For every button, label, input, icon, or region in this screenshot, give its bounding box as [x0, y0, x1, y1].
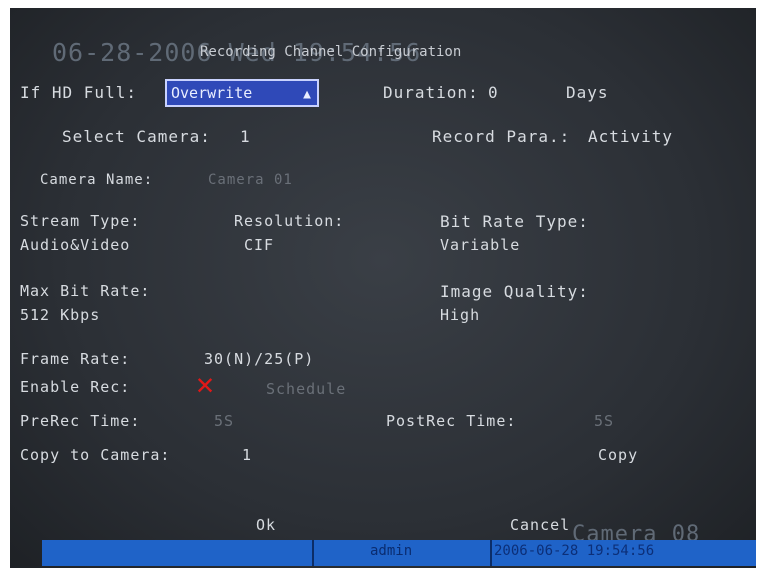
dvr-screen: 06-28-2006 Wed 19:54:56 Camera 08 Record…: [0, 0, 764, 578]
postrec-time-value[interactable]: 5S: [594, 412, 614, 430]
screen-border: [0, 568, 764, 578]
frame-rate-value[interactable]: 30(N)/25(P): [204, 350, 314, 368]
camera-name-label: Camera Name:: [40, 172, 154, 188]
updown-arrow-icon: ▲: [303, 87, 311, 102]
prerec-time-value[interactable]: 5S: [214, 412, 234, 430]
record-para-value[interactable]: Activity: [588, 127, 673, 146]
screen-border: [0, 0, 764, 8]
frame-rate-label: Frame Rate:: [20, 350, 131, 368]
if-hd-full-label: If HD Full:: [20, 83, 137, 102]
max-bit-rate-value[interactable]: 512 Kbps: [20, 306, 100, 324]
record-para-label: Record Para.:: [432, 127, 571, 146]
status-divider: [490, 540, 492, 566]
status-datetime: 2006-06-28 19:54:56: [494, 543, 655, 559]
image-quality-value[interactable]: High: [440, 306, 480, 324]
stream-type-label: Stream Type:: [20, 212, 141, 230]
postrec-time-label: PostRec Time:: [386, 412, 517, 430]
prerec-time-label: PreRec Time:: [20, 412, 141, 430]
if-hd-full-value: Overwrite: [171, 84, 253, 102]
cancel-button[interactable]: Cancel: [510, 516, 570, 534]
ok-button[interactable]: Ok: [256, 516, 276, 534]
stream-type-value[interactable]: Audio&Video: [20, 236, 130, 254]
status-bar: admin 2006-06-28 19:54:56: [42, 540, 756, 566]
screen-border: [0, 0, 10, 578]
resolution-value[interactable]: CIF: [244, 236, 274, 254]
status-divider: [312, 540, 314, 566]
bit-rate-type-label: Bit Rate Type:: [440, 212, 589, 231]
enable-rec-label: Enable Rec:: [20, 378, 131, 396]
status-user: admin: [370, 543, 413, 559]
duration-value[interactable]: 0: [488, 83, 499, 102]
if-hd-full-select[interactable]: Overwrite ▲: [165, 79, 319, 107]
duration-label: Duration:: [383, 83, 479, 102]
copy-to-camera-value[interactable]: 1: [242, 446, 252, 464]
bit-rate-type-value[interactable]: Variable: [440, 236, 520, 254]
schedule-button[interactable]: Schedule: [266, 380, 346, 398]
resolution-label: Resolution:: [234, 212, 345, 230]
select-camera-label: Select Camera:: [62, 127, 211, 146]
select-camera-value[interactable]: 1: [240, 127, 251, 146]
enable-rec-checkbox[interactable]: ✕: [190, 370, 220, 400]
max-bit-rate-label: Max Bit Rate:: [20, 282, 151, 300]
copy-to-camera-label: Copy to Camera:: [20, 446, 171, 464]
camera-name-field[interactable]: Camera 01: [208, 172, 293, 188]
screen-border: [756, 0, 764, 578]
copy-button[interactable]: Copy: [598, 446, 638, 464]
dialog-title: Recording Channel Configuration: [200, 44, 462, 60]
duration-unit: Days: [566, 83, 609, 102]
image-quality-label: Image Quality:: [440, 282, 589, 301]
